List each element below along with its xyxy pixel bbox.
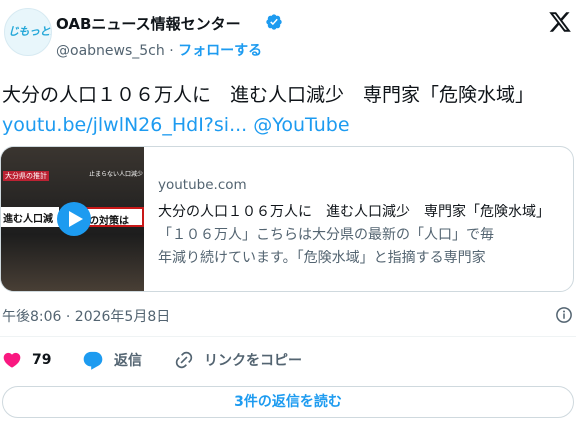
tweet-timestamp[interactable]: 午後8:06 · 2026年5月8日 bbox=[2, 306, 170, 326]
reply-bubble-icon bbox=[83, 351, 103, 370]
follow-button[interactable]: フォローする bbox=[178, 43, 262, 59]
reply-label: 返信 bbox=[114, 353, 142, 369]
like-count: 79 bbox=[32, 352, 52, 368]
thumbnail-tag: 大分県の推計 bbox=[3, 171, 49, 181]
card-description-line-2: 年減り続けています。「危険水域」と指摘する専門家 bbox=[158, 250, 486, 266]
card-description-line-1: 「１０６万人」こちらは大分県の最新の「人口」で毎 bbox=[158, 227, 494, 243]
author-handle-line: @oabnews_5ch · フォローする bbox=[56, 40, 262, 60]
tweet-mention[interactable]: @YouTube bbox=[253, 114, 349, 136]
card-domain: youtube.com bbox=[158, 177, 247, 193]
info-icon[interactable] bbox=[555, 306, 573, 324]
handle-separator: · bbox=[164, 43, 179, 59]
copy-link-label: リンクをコピー bbox=[204, 353, 302, 369]
read-replies-button[interactable]: 3件の返信を読む bbox=[2, 386, 574, 418]
card-title: 大分の人口１０６万人に 進む人口減少 専門家「危険水域」 bbox=[158, 204, 550, 220]
play-icon bbox=[68, 211, 83, 227]
copy-link-button[interactable]: リンクをコピー bbox=[174, 350, 302, 370]
tweet-body: 大分の人口１０６万人に 進む人口減少 専門家「危険水域」 bbox=[2, 84, 535, 106]
heart-icon bbox=[3, 352, 21, 368]
thumbnail-tag-2: 止まらない人口減少 bbox=[89, 171, 144, 178]
reply-button[interactable]: 返信 bbox=[82, 350, 142, 370]
avatar[interactable]: じもっと! bbox=[4, 8, 52, 56]
like-button[interactable]: 79 bbox=[2, 350, 51, 370]
link-icon bbox=[175, 351, 193, 369]
thumbnail-banner-left: 進む人口減 bbox=[1, 207, 59, 227]
thumbnail-banner-left-text: 進む人口減 bbox=[3, 214, 53, 225]
card-description: 「１０６万人」こちらは大分県の最新の「人口」で毎 年減り続けています。「危険水域… bbox=[158, 224, 563, 270]
avatar-logo-text: じもっと! bbox=[8, 25, 52, 38]
tweet-text: 大分の人口１０６万人に 進む人口減少 専門家「危険水域」 youtu.be/jl… bbox=[2, 80, 574, 140]
author-display-name[interactable]: OABニュース情報センター bbox=[56, 13, 241, 34]
tweet-link[interactable]: youtu.be/jlwlN26_HdI?si... bbox=[2, 114, 247, 136]
link-preview-card[interactable]: 大分県の推計 止まらない人口減少 進む人口減 本の対策は youtube.com… bbox=[0, 146, 574, 292]
x-logo-icon[interactable] bbox=[548, 10, 572, 34]
divider bbox=[0, 336, 576, 337]
verified-badge-icon bbox=[266, 14, 282, 30]
video-thumbnail[interactable]: 大分県の推計 止まらない人口減少 進む人口減 本の対策は bbox=[1, 147, 144, 291]
play-button[interactable] bbox=[57, 202, 91, 236]
author-handle[interactable]: @oabnews_5ch bbox=[56, 43, 165, 59]
